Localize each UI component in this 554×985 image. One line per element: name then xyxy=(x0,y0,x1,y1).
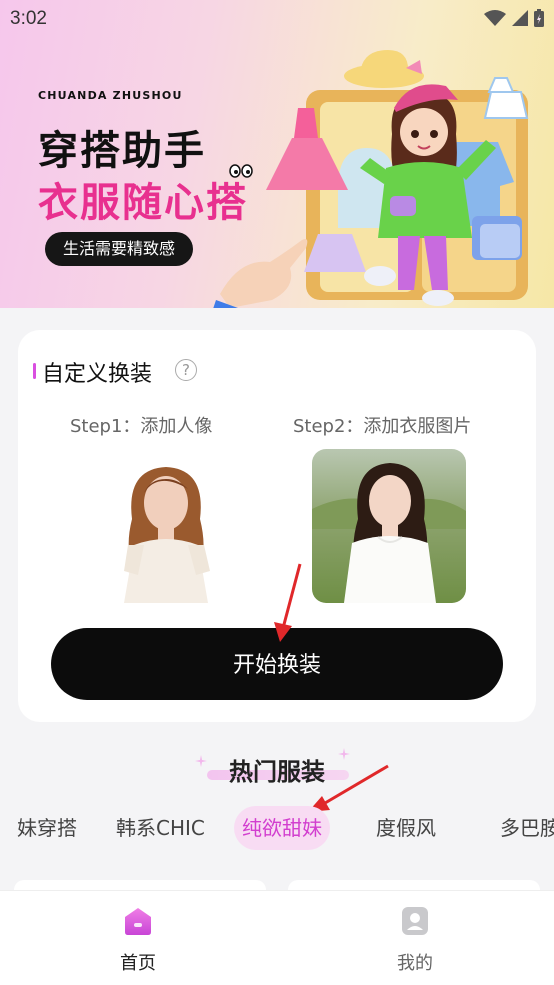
status-time: 3:02 xyxy=(10,8,47,29)
step1-label: Step1：添加人像 xyxy=(70,416,213,437)
banner-brand-en: CHUANDA ZHUSHOU xyxy=(38,89,183,102)
banner-title-line1: 穿搭助手 xyxy=(38,128,206,174)
step2-label: Step2：添加衣服图片 xyxy=(293,416,472,437)
hot-outfits-title: 热门服装 xyxy=(229,758,325,786)
sparkle-icon xyxy=(338,748,350,760)
nav-profile-label: 我的 xyxy=(397,953,433,974)
tab-category[interactable]: 韩系CHIC xyxy=(116,806,205,850)
wifi-icon xyxy=(484,10,506,26)
clothing-photo[interactable] xyxy=(312,449,466,603)
battery-icon xyxy=(534,9,544,27)
clothing-image xyxy=(312,463,466,603)
nav-home[interactable]: 首页 xyxy=(98,905,178,975)
tab-category-active[interactable]: 纯欲甜妹 xyxy=(234,806,330,850)
title-accent-bar xyxy=(33,363,36,379)
question-icon[interactable]: ? xyxy=(175,359,197,381)
portrait-image xyxy=(124,467,210,603)
nav-profile[interactable]: 我的 xyxy=(375,905,455,975)
banner-tagline: 生活需要精致感 xyxy=(45,232,194,266)
profile-icon xyxy=(402,907,428,935)
nav-home-label: 首页 xyxy=(120,953,156,974)
tab-category[interactable]: 妹穿搭 xyxy=(17,806,77,850)
hero-banner[interactable]: CHUANDA ZHUSHOU 穿搭助手 衣服随心搭 生活需要精致感 xyxy=(0,0,554,308)
custom-outfit-title: 自定义换装 xyxy=(42,362,153,387)
tab-category[interactable]: 多巴胺 xyxy=(500,806,554,850)
custom-outfit-card: 自定义换装 ? Step1：添加人像 Step2：添加衣服图片 开始换装 xyxy=(18,330,536,722)
signal-icon xyxy=(512,10,528,26)
category-tabs: 妹穿搭 韩系CHIC 纯欲甜妹 度假风 多巴胺 xyxy=(0,806,554,850)
tab-category[interactable]: 度假风 xyxy=(376,806,436,850)
portrait-photo[interactable] xyxy=(88,449,242,603)
outfit-card[interactable] xyxy=(14,880,266,890)
wardrobe-illustration xyxy=(213,50,529,308)
status-bar: 3:02 xyxy=(0,0,554,38)
outfit-card[interactable] xyxy=(288,880,540,890)
bottom-nav: 首页 我的 xyxy=(0,890,554,985)
sparkle-icon xyxy=(195,755,207,767)
annotation-arrow-icon xyxy=(274,563,302,642)
home-icon xyxy=(125,908,151,935)
status-icons xyxy=(484,9,544,27)
